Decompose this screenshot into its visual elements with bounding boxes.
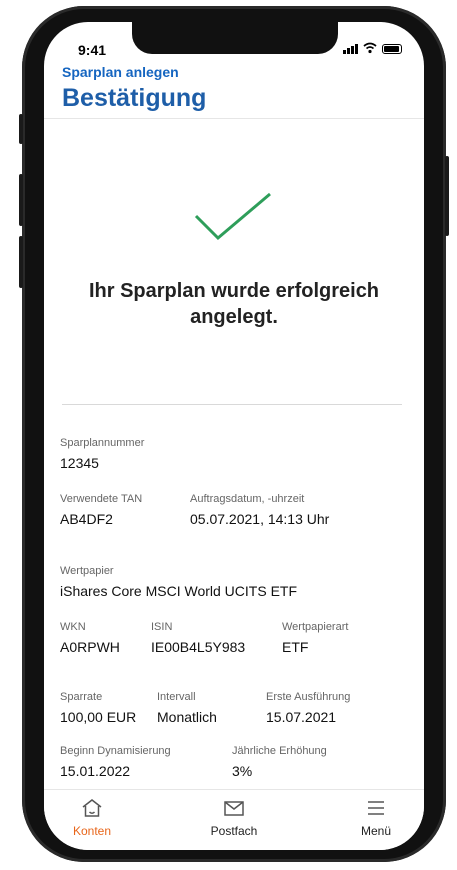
isin-value: IE00B4L5Y983 [151, 639, 246, 655]
intervall-value: Monatlich [157, 709, 217, 725]
auftragsdatum-label: Auftragsdatum, -uhrzeit [190, 493, 305, 505]
wkn-value: A0RPWH [60, 639, 120, 655]
status-icons [343, 42, 402, 54]
status-time: 9:41 [78, 42, 107, 58]
home-icon [82, 799, 102, 817]
field-wkn: WKN A0RPWH [60, 620, 120, 656]
intervall-label: Intervall [157, 691, 196, 703]
tab-konten-label: Konten [72, 824, 112, 838]
field-sparplannummer: Sparplannummer 12345 [60, 436, 144, 472]
volume-up-button [19, 174, 23, 226]
beginn-dynamisierung-value: 15.01.2022 [60, 763, 131, 779]
tab-menu-label: Menü [360, 824, 392, 838]
wkn-label: WKN [60, 621, 86, 633]
tan-value: AB4DF2 [60, 511, 113, 527]
mute-switch [19, 114, 23, 144]
wertpapierart-value: ETF [282, 639, 309, 655]
erste-ausfuehrung-label: Erste Ausführung [266, 691, 351, 703]
battery-icon [382, 44, 402, 54]
volume-down-button [19, 236, 23, 288]
beginn-dynamisierung-label: Beginn Dynamisierung [60, 745, 171, 757]
sparrate-value: 100,00 EUR [60, 709, 137, 725]
field-wertpapier: Wertpapier iShares Core MSCI World UCITS… [60, 564, 297, 600]
wertpapier-value: iShares Core MSCI World UCITS ETF [60, 583, 298, 599]
notch [132, 22, 338, 54]
tab-bar: Konten Postfach Menü [44, 789, 424, 850]
field-jaehrliche-erhoehung: Jährliche Erhöhung 3% [232, 744, 327, 780]
jaehrliche-erhoehung-value: 3% [232, 763, 253, 779]
header-divider [44, 118, 424, 119]
tab-postfach-label: Postfach [210, 824, 258, 838]
checkmark-icon [194, 192, 271, 241]
field-intervall: Intervall Monatlich [157, 690, 217, 726]
field-wertpapierart: Wertpapierart ETF [282, 620, 348, 656]
app-screen: 9:41 Sparplan anlegen Bestätigung Ihr Sp… [44, 22, 424, 850]
auftragsdatum-value: 05.07.2021, 14:13 Uhr [190, 511, 330, 527]
success-message-line-1: Ihr Sparplan wurde erfolgreich [88, 280, 380, 302]
hamburger-menu-icon [368, 801, 384, 815]
sparplannummer-value: 12345 [60, 455, 99, 471]
sparplannummer-label: Sparplannummer [60, 437, 145, 449]
power-button [445, 156, 449, 236]
field-isin: ISIN IE00B4L5Y983 [151, 620, 245, 656]
wertpapier-label: Wertpapier [60, 565, 114, 577]
success-message: Ihr Sparplan wurde erfolgreich angelegt. [58, 278, 410, 330]
field-erste-ausfuehrung: Erste Ausführung 15.07.2021 [266, 690, 350, 726]
breadcrumb[interactable]: Sparplan anlegen [62, 64, 179, 80]
wifi-icon [363, 42, 377, 54]
field-auftragsdatum: Auftragsdatum, -uhrzeit 05.07.2021, 14:1… [190, 492, 329, 528]
success-message-line-2: angelegt. [190, 306, 278, 328]
erste-ausfuehrung-value: 15.07.2021 [266, 709, 337, 725]
page-title: Bestätigung [62, 84, 207, 112]
sparrate-label: Sparrate [60, 691, 103, 703]
cellular-signal-icon [343, 44, 358, 54]
field-tan: Verwendete TAN AB4DF2 [60, 492, 142, 528]
tan-label: Verwendete TAN [60, 493, 143, 505]
field-sparrate: Sparrate 100,00 EUR [60, 690, 136, 726]
wertpapierart-label: Wertpapierart [282, 621, 349, 633]
isin-label: ISIN [151, 621, 173, 633]
tab-postfach[interactable]: Postfach [194, 798, 274, 838]
content-divider [62, 404, 402, 405]
tab-konten[interactable]: Konten [52, 798, 132, 838]
mail-icon [224, 801, 244, 816]
field-beginn-dynamisierung: Beginn Dynamisierung 15.01.2022 [60, 744, 171, 780]
jaehrliche-erhoehung-label: Jährliche Erhöhung [232, 745, 327, 757]
tab-menu[interactable]: Menü [336, 798, 416, 838]
